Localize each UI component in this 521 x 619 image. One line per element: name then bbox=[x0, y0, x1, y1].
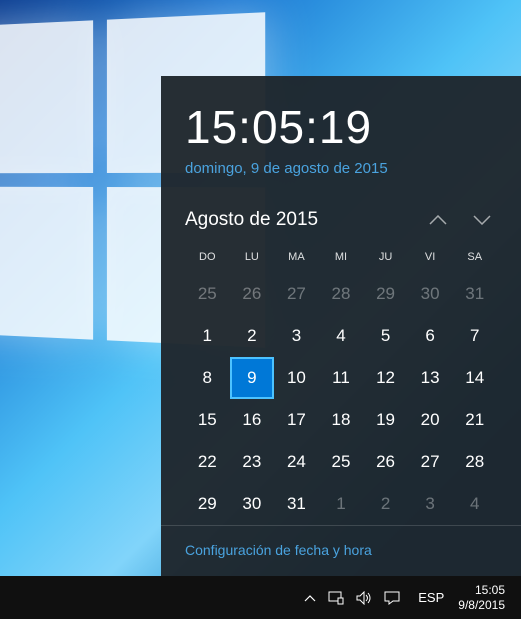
calendar-day[interactable]: 27 bbox=[274, 273, 319, 315]
calendar-day[interactable]: 5 bbox=[363, 315, 408, 357]
calendar-day[interactable]: 29 bbox=[185, 483, 230, 525]
calendar-day[interactable]: 2 bbox=[363, 483, 408, 525]
calendar-day[interactable]: 11 bbox=[319, 357, 364, 399]
action-center-tray-icon[interactable] bbox=[384, 591, 400, 605]
calendar-day[interactable]: 13 bbox=[408, 357, 453, 399]
dow-label: MA bbox=[274, 245, 319, 273]
calendar-day[interactable]: 12 bbox=[363, 357, 408, 399]
network-tray-icon[interactable] bbox=[328, 591, 344, 605]
notification-icon bbox=[384, 591, 400, 605]
dow-label: DO bbox=[185, 245, 230, 273]
clock-long-date[interactable]: domingo, 9 de agosto de 2015 bbox=[185, 160, 497, 177]
calendar-day[interactable]: 3 bbox=[408, 483, 453, 525]
calendar-day[interactable]: 31 bbox=[274, 483, 319, 525]
calendar-flyout: 15:05:19 domingo, 9 de agosto de 2015 Ag… bbox=[161, 76, 521, 576]
calendar-day[interactable]: 29 bbox=[363, 273, 408, 315]
calendar-day[interactable]: 9 bbox=[230, 357, 275, 399]
calendar-day[interactable]: 23 bbox=[230, 441, 275, 483]
calendar-day[interactable]: 1 bbox=[185, 315, 230, 357]
month-label[interactable]: Agosto de 2015 bbox=[185, 209, 318, 231]
calendar-day[interactable]: 26 bbox=[363, 441, 408, 483]
calendar-day[interactable]: 4 bbox=[452, 483, 497, 525]
network-icon bbox=[328, 591, 344, 605]
calendar-day[interactable]: 17 bbox=[274, 399, 319, 441]
calendar-day[interactable]: 24 bbox=[274, 441, 319, 483]
calendar-day[interactable]: 6 bbox=[408, 315, 453, 357]
calendar-day[interactable]: 4 bbox=[319, 315, 364, 357]
dow-label: JU bbox=[363, 245, 408, 273]
calendar-days-grid: 2526272829303112345678910111213141516171… bbox=[185, 273, 497, 525]
calendar-day[interactable]: 15 bbox=[185, 399, 230, 441]
calendar-day[interactable]: 27 bbox=[408, 441, 453, 483]
speaker-icon bbox=[356, 591, 372, 605]
calendar-day[interactable]: 25 bbox=[319, 441, 364, 483]
calendar-day[interactable]: 22 bbox=[185, 441, 230, 483]
taskbar: ESP 15:05 9/8/2015 bbox=[0, 576, 521, 619]
calendar-day[interactable]: 1 bbox=[319, 483, 364, 525]
clock-time: 15:05:19 bbox=[185, 100, 497, 154]
calendar-day[interactable]: 28 bbox=[452, 441, 497, 483]
calendar-day[interactable]: 2 bbox=[230, 315, 275, 357]
calendar-day[interactable]: 8 bbox=[185, 357, 230, 399]
system-tray bbox=[304, 591, 410, 605]
calendar-day[interactable]: 16 bbox=[230, 399, 275, 441]
dow-label: LU bbox=[230, 245, 275, 273]
calendar-day[interactable]: 19 bbox=[363, 399, 408, 441]
chevron-up-icon bbox=[304, 594, 316, 602]
calendar-day[interactable]: 3 bbox=[274, 315, 319, 357]
chevron-up-icon bbox=[429, 215, 447, 225]
calendar-day[interactable]: 18 bbox=[319, 399, 364, 441]
taskbar-clock[interactable]: 15:05 9/8/2015 bbox=[452, 583, 511, 613]
dow-label: VI bbox=[408, 245, 453, 273]
date-time-settings-link[interactable]: Configuración de fecha y hora bbox=[161, 525, 521, 558]
language-indicator[interactable]: ESP bbox=[410, 590, 452, 605]
dow-label: SA bbox=[452, 245, 497, 273]
tray-expand-button[interactable] bbox=[304, 594, 316, 602]
calendar-day[interactable]: 30 bbox=[230, 483, 275, 525]
calendar-day[interactable]: 26 bbox=[230, 273, 275, 315]
dow-label: MI bbox=[319, 245, 364, 273]
taskbar-date: 9/8/2015 bbox=[458, 598, 505, 613]
prev-month-button[interactable] bbox=[429, 215, 447, 225]
next-month-button[interactable] bbox=[473, 215, 491, 225]
volume-tray-icon[interactable] bbox=[356, 591, 372, 605]
taskbar-time: 15:05 bbox=[458, 583, 505, 598]
calendar-day[interactable]: 21 bbox=[452, 399, 497, 441]
calendar-day[interactable]: 30 bbox=[408, 273, 453, 315]
calendar-day[interactable]: 31 bbox=[452, 273, 497, 315]
calendar-day[interactable]: 7 bbox=[452, 315, 497, 357]
calendar-day[interactable]: 28 bbox=[319, 273, 364, 315]
day-of-week-header: DOLUMAMIJUVISA bbox=[185, 245, 497, 273]
calendar-day[interactable]: 20 bbox=[408, 399, 453, 441]
calendar-day[interactable]: 14 bbox=[452, 357, 497, 399]
chevron-down-icon bbox=[473, 215, 491, 225]
calendar-day[interactable]: 25 bbox=[185, 273, 230, 315]
calendar-day[interactable]: 10 bbox=[274, 357, 319, 399]
